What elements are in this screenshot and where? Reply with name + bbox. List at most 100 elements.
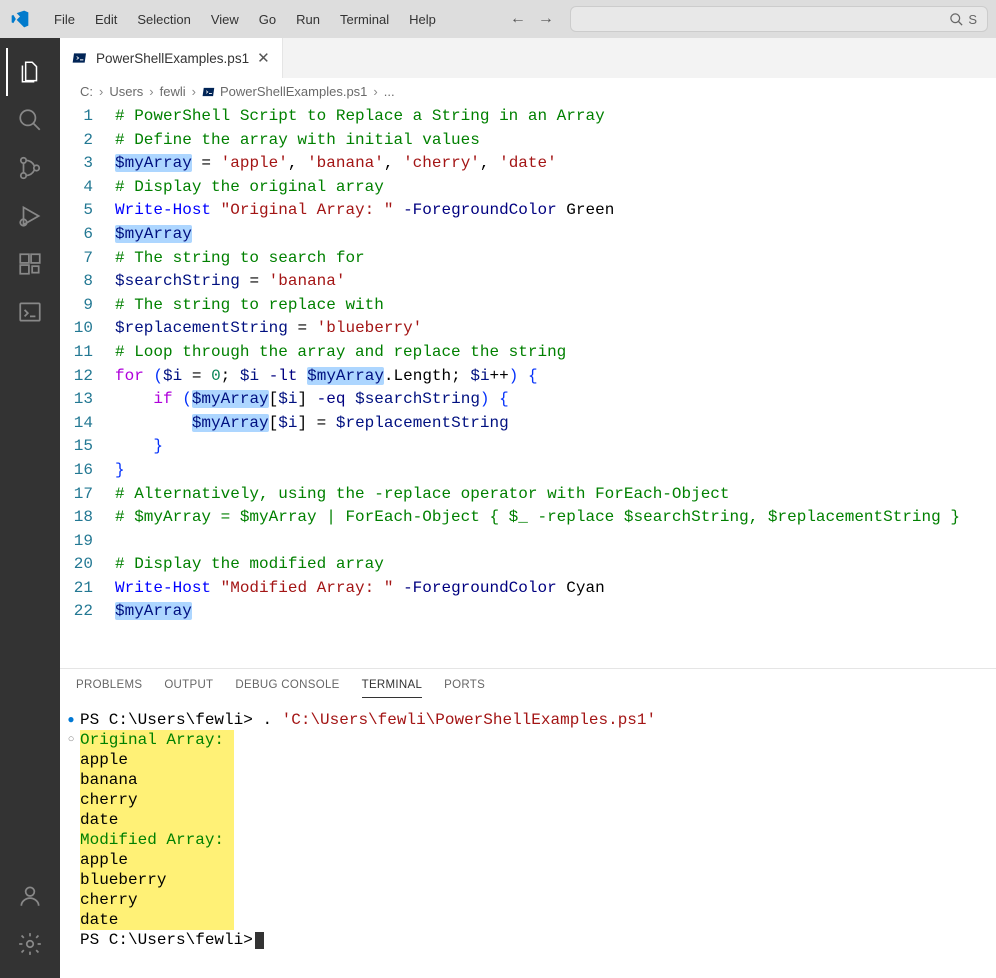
line-number: 9 [60, 294, 115, 318]
menu-item-go[interactable]: Go [249, 8, 286, 31]
code-content[interactable]: # Alternatively, using the -replace oper… [115, 483, 996, 507]
breadcrumb-segment[interactable]: Users [109, 84, 143, 99]
nav-forward-icon[interactable]: → [538, 10, 554, 28]
line-number: 21 [60, 577, 115, 601]
code-line[interactable]: 18# $myArray = $myArray | ForEach-Object… [60, 506, 996, 530]
code-line[interactable]: 22$myArray [60, 600, 996, 624]
vscode-logo-icon [8, 7, 32, 31]
panel-tab-problems[interactable]: PROBLEMS [76, 679, 142, 698]
code-line[interactable]: 4# Display the original array [60, 176, 996, 200]
extensions-icon[interactable] [6, 240, 54, 288]
code-content[interactable]: # The string to search for [115, 247, 996, 271]
code-line[interactable]: 3$myArray = 'apple', 'banana', 'cherry',… [60, 152, 996, 176]
chevron-right-icon: › [373, 84, 377, 99]
code-line[interactable]: 11# Loop through the array and replace t… [60, 341, 996, 365]
tab-bar: PowerShellExamples.ps1 ✕ [60, 38, 996, 78]
panel-tab-output[interactable]: OUTPUT [164, 679, 213, 698]
code-content[interactable]: } [115, 435, 996, 459]
close-icon[interactable]: ✕ [257, 49, 270, 67]
panel-tab-ports[interactable]: PORTS [444, 679, 485, 698]
code-content[interactable]: Write-Host "Modified Array: " -Foregroun… [115, 577, 996, 601]
tab-powershell-examples[interactable]: PowerShellExamples.ps1 ✕ [60, 38, 283, 78]
code-line[interactable]: 21Write-Host "Modified Array: " -Foregro… [60, 577, 996, 601]
terminal-panel-icon[interactable] [6, 288, 54, 336]
code-line[interactable]: 16} [60, 459, 996, 483]
prompt-ring-icon: ○ [68, 730, 75, 750]
breadcrumb-segment[interactable]: ... [384, 84, 395, 99]
panel-tab-bar: PROBLEMS OUTPUT DEBUG CONSOLE TERMINAL PORTS [60, 669, 996, 698]
menu-item-view[interactable]: View [201, 8, 249, 31]
search-icon [949, 12, 964, 27]
code-line[interactable]: 17# Alternatively, using the -replace op… [60, 483, 996, 507]
code-line[interactable]: 14 $myArray[$i] = $replacementString [60, 412, 996, 436]
code-line[interactable]: 19 [60, 530, 996, 554]
chevron-right-icon: › [192, 84, 196, 99]
breadcrumb[interactable]: C:›Users›fewli›PowerShellExamples.ps1›..… [60, 78, 996, 105]
line-number: 4 [60, 176, 115, 200]
menu-item-terminal[interactable]: Terminal [330, 8, 399, 31]
code-line[interactable]: 1# PowerShell Script to Replace a String… [60, 105, 996, 129]
code-content[interactable]: if ($myArray[$i] -eq $searchString) { [115, 388, 996, 412]
accounts-icon[interactable] [6, 872, 54, 920]
code-editor[interactable]: 1# PowerShell Script to Replace a String… [60, 105, 996, 668]
explorer-icon[interactable] [6, 48, 54, 96]
code-content[interactable]: $myArray = 'apple', 'banana', 'cherry', … [115, 152, 996, 176]
code-content[interactable]: $myArray[$i] = $replacementString [115, 412, 996, 436]
menu-item-file[interactable]: File [44, 8, 85, 31]
menu-item-edit[interactable]: Edit [85, 8, 127, 31]
activity-bar [0, 38, 60, 978]
code-line[interactable]: 15 } [60, 435, 996, 459]
code-content[interactable]: $searchString = 'banana' [115, 270, 996, 294]
main-area: PowerShellExamples.ps1 ✕ C:›Users›fewli›… [0, 38, 996, 978]
line-number: 7 [60, 247, 115, 271]
code-line[interactable]: 9# The string to replace with [60, 294, 996, 318]
code-line[interactable]: 7# The string to search for [60, 247, 996, 271]
breadcrumb-segment[interactable]: fewli [160, 84, 186, 99]
line-number: 8 [60, 270, 115, 294]
line-number: 3 [60, 152, 115, 176]
nav-arrows: ← → [510, 10, 554, 28]
activity-bottom [6, 872, 54, 968]
code-content[interactable]: # Display the modified array [115, 553, 996, 577]
source-control-icon[interactable] [6, 144, 54, 192]
line-number: 11 [60, 341, 115, 365]
run-debug-icon[interactable] [6, 192, 54, 240]
search-icon[interactable] [6, 96, 54, 144]
menu-item-help[interactable]: Help [399, 8, 446, 31]
code-line[interactable]: 13 if ($myArray[$i] -eq $searchString) { [60, 388, 996, 412]
code-content[interactable]: # Loop through the array and replace the… [115, 341, 996, 365]
prompt-dot-icon: ● [67, 710, 74, 730]
code-content[interactable]: } [115, 459, 996, 483]
nav-back-icon[interactable]: ← [510, 10, 526, 28]
code-content[interactable]: $replacementString = 'blueberry' [115, 317, 996, 341]
command-center-search[interactable]: S [570, 6, 988, 32]
code-content[interactable]: # Display the original array [115, 176, 996, 200]
code-content[interactable]: # PowerShell Script to Replace a String … [115, 105, 996, 129]
code-content[interactable]: # The string to replace with [115, 294, 996, 318]
code-line[interactable]: 20# Display the modified array [60, 553, 996, 577]
code-line[interactable]: 2# Define the array with initial values [60, 129, 996, 153]
code-content[interactable]: # Define the array with initial values [115, 129, 996, 153]
breadcrumb-segment[interactable]: C: [80, 84, 93, 99]
panel-tab-terminal[interactable]: TERMINAL [362, 679, 423, 698]
code-line[interactable]: 12for ($i = 0; $i -lt $myArray.Length; $… [60, 365, 996, 389]
breadcrumb-segment[interactable]: PowerShellExamples.ps1 [202, 84, 367, 99]
code-content[interactable] [115, 530, 996, 554]
code-content[interactable]: # $myArray = $myArray | ForEach-Object {… [115, 506, 996, 530]
code-line[interactable]: 5Write-Host "Original Array: " -Foregrou… [60, 199, 996, 223]
code-content[interactable]: $myArray [115, 223, 996, 247]
terminal-output[interactable]: ●PS C:\Users\fewli> . 'C:\Users\fewli\Po… [60, 698, 996, 978]
menu-item-selection[interactable]: Selection [127, 8, 200, 31]
code-content[interactable]: Write-Host "Original Array: " -Foregroun… [115, 199, 996, 223]
code-line[interactable]: 10$replacementString = 'blueberry' [60, 317, 996, 341]
terminal-line: ●PS C:\Users\fewli> . 'C:\Users\fewli\Po… [64, 710, 992, 730]
code-line[interactable]: 6$myArray [60, 223, 996, 247]
panel-tab-debug-console[interactable]: DEBUG CONSOLE [235, 679, 339, 698]
settings-gear-icon[interactable] [6, 920, 54, 968]
tab-label: PowerShellExamples.ps1 [96, 51, 249, 66]
menu-item-run[interactable]: Run [286, 8, 330, 31]
code-line[interactable]: 8$searchString = 'banana' [60, 270, 996, 294]
code-content[interactable]: for ($i = 0; $i -lt $myArray.Length; $i+… [115, 365, 996, 389]
search-placeholder-text: S [968, 12, 977, 27]
code-content[interactable]: $myArray [115, 600, 996, 624]
